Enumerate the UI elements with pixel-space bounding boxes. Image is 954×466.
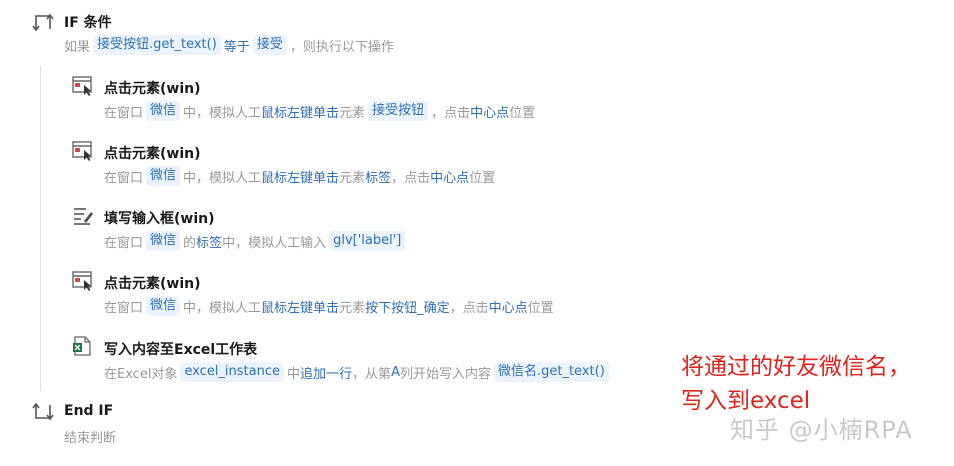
desc-text: 元素: [339, 300, 366, 316]
end-if-icon: [32, 402, 54, 421]
if-desc-suffix: ，则执行以下操作: [289, 39, 394, 55]
desc-text: 中，模拟人工输入: [222, 235, 327, 251]
click-action: 鼠标左键单击: [261, 170, 340, 186]
element-param[interactable]: 接受按钮: [368, 101, 429, 121]
step-fill-input[interactable]: 填写输入框(win) 在窗口 微信 的 标签 中，模拟人工输入 glv['lab…: [0, 200, 954, 260]
condition-variable[interactable]: 接受按钮.get_text(): [93, 35, 221, 55]
click-position: 中心点: [430, 170, 470, 186]
desc-text: 在Excel对象: [104, 366, 178, 382]
click-action: 鼠标左键单击: [261, 105, 340, 121]
click-action: 鼠标左键单击: [261, 300, 340, 316]
window-param[interactable]: 微信: [146, 231, 181, 251]
desc-text: 中: [287, 366, 301, 382]
click-position: 中心点: [470, 105, 510, 121]
column-param[interactable]: A: [391, 365, 400, 380]
desc-text: 中，模拟人工: [183, 300, 262, 316]
desc-text: 位置: [509, 105, 536, 121]
watermark: 知乎 @小楠RPA: [730, 416, 913, 444]
desc-text: 在窗口: [104, 170, 144, 186]
excel-object-param[interactable]: excel_instance: [180, 362, 285, 382]
step-title: 写入内容至Excel工作表: [104, 342, 258, 358]
step-title: 点击元素(win): [104, 276, 201, 292]
condition-value[interactable]: 接受: [252, 35, 287, 55]
step-title: 点击元素(win): [104, 81, 201, 97]
click-element-icon: [72, 76, 92, 96]
if-condition-block[interactable]: IF 条件 如果 接受按钮.get_text() 等于 接受 ，则执行以下操作: [0, 0, 954, 60]
annotation-line-1: 将通过的好友微信名，: [681, 354, 911, 380]
if-title: IF 条件: [64, 15, 112, 31]
desc-text: 中，模拟人工: [183, 170, 262, 186]
window-param[interactable]: 微信: [146, 166, 181, 186]
step-description: 在窗口 微信 中，模拟人工 鼠标左键单击 元素 按下按钮_确定 ，点击 中心点 …: [104, 296, 554, 316]
desc-text: 元素: [339, 105, 366, 121]
element-param[interactable]: 按下按钮_确定: [365, 297, 450, 316]
desc-text: ，从第: [352, 366, 392, 382]
step-click-element-1[interactable]: 点击元素(win) 在窗口 微信 中，模拟人工 鼠标左键单击 元素 接受按钮 ，…: [0, 70, 954, 130]
desc-text: 的: [183, 235, 197, 251]
desc-text: ，点击: [431, 105, 471, 121]
end-if-title: End IF: [64, 403, 114, 419]
fill-input-icon: [74, 208, 93, 225]
desc-text: ，点击: [449, 300, 489, 316]
field-param[interactable]: 标签: [196, 232, 222, 251]
window-param[interactable]: 微信: [146, 101, 181, 121]
step-click-element-2[interactable]: 点击元素(win) 在窗口 微信 中，模拟人工 鼠标左键单击 元素 标签 ，点击…: [0, 135, 954, 195]
desc-text: 在窗口: [104, 300, 144, 316]
window-param[interactable]: 微信: [146, 296, 181, 316]
element-param[interactable]: 标签: [365, 167, 391, 186]
desc-text: 元素: [339, 170, 366, 186]
desc-text: 列开始写入内容: [399, 366, 491, 382]
step-title: 填写输入框(win): [104, 211, 215, 227]
desc-text: 位置: [469, 170, 496, 186]
step-description: 在窗口 微信 中，模拟人工 鼠标左键单击 元素 标签 ，点击 中心点 位置: [104, 166, 495, 186]
condition-operator: 等于: [223, 39, 250, 55]
desc-text: 中，模拟人工: [183, 105, 262, 121]
click-position: 中心点: [488, 300, 528, 316]
end-if-description: 结束判断: [64, 431, 117, 446]
step-description: 在Excel对象 excel_instance 中 追加一行 ，从第 A 列开始…: [104, 362, 612, 382]
content-param[interactable]: 微信名.get_text(): [493, 362, 609, 382]
click-element-icon: [72, 271, 92, 291]
if-desc-prefix: 如果: [64, 39, 91, 55]
input-value-param[interactable]: glv['label']: [329, 231, 406, 251]
if-description: 如果 接受按钮.get_text() 等于 接受 ，则执行以下操作: [64, 35, 394, 55]
desc-text: ，点击: [391, 170, 431, 186]
step-description: 在窗口 微信 中，模拟人工 鼠标左键单击 元素 接受按钮 ，点击 中心点 位置: [104, 101, 535, 121]
annotation-note: 将通过的好友微信名， 写入到excel: [681, 350, 911, 418]
excel-write-icon: [73, 336, 91, 356]
write-action: 追加一行: [300, 366, 353, 382]
if-branch-icon: [32, 13, 54, 32]
click-element-icon: [72, 141, 92, 161]
step-description: 在窗口 微信 的 标签 中，模拟人工输入 glv['label']: [104, 231, 408, 251]
desc-text: 在窗口: [104, 235, 144, 251]
desc-text: 在窗口: [104, 105, 144, 121]
step-click-element-3[interactable]: 点击元素(win) 在窗口 微信 中，模拟人工 鼠标左键单击 元素 按下按钮_确…: [0, 265, 954, 325]
desc-text: 位置: [527, 300, 554, 316]
step-title: 点击元素(win): [104, 146, 201, 162]
